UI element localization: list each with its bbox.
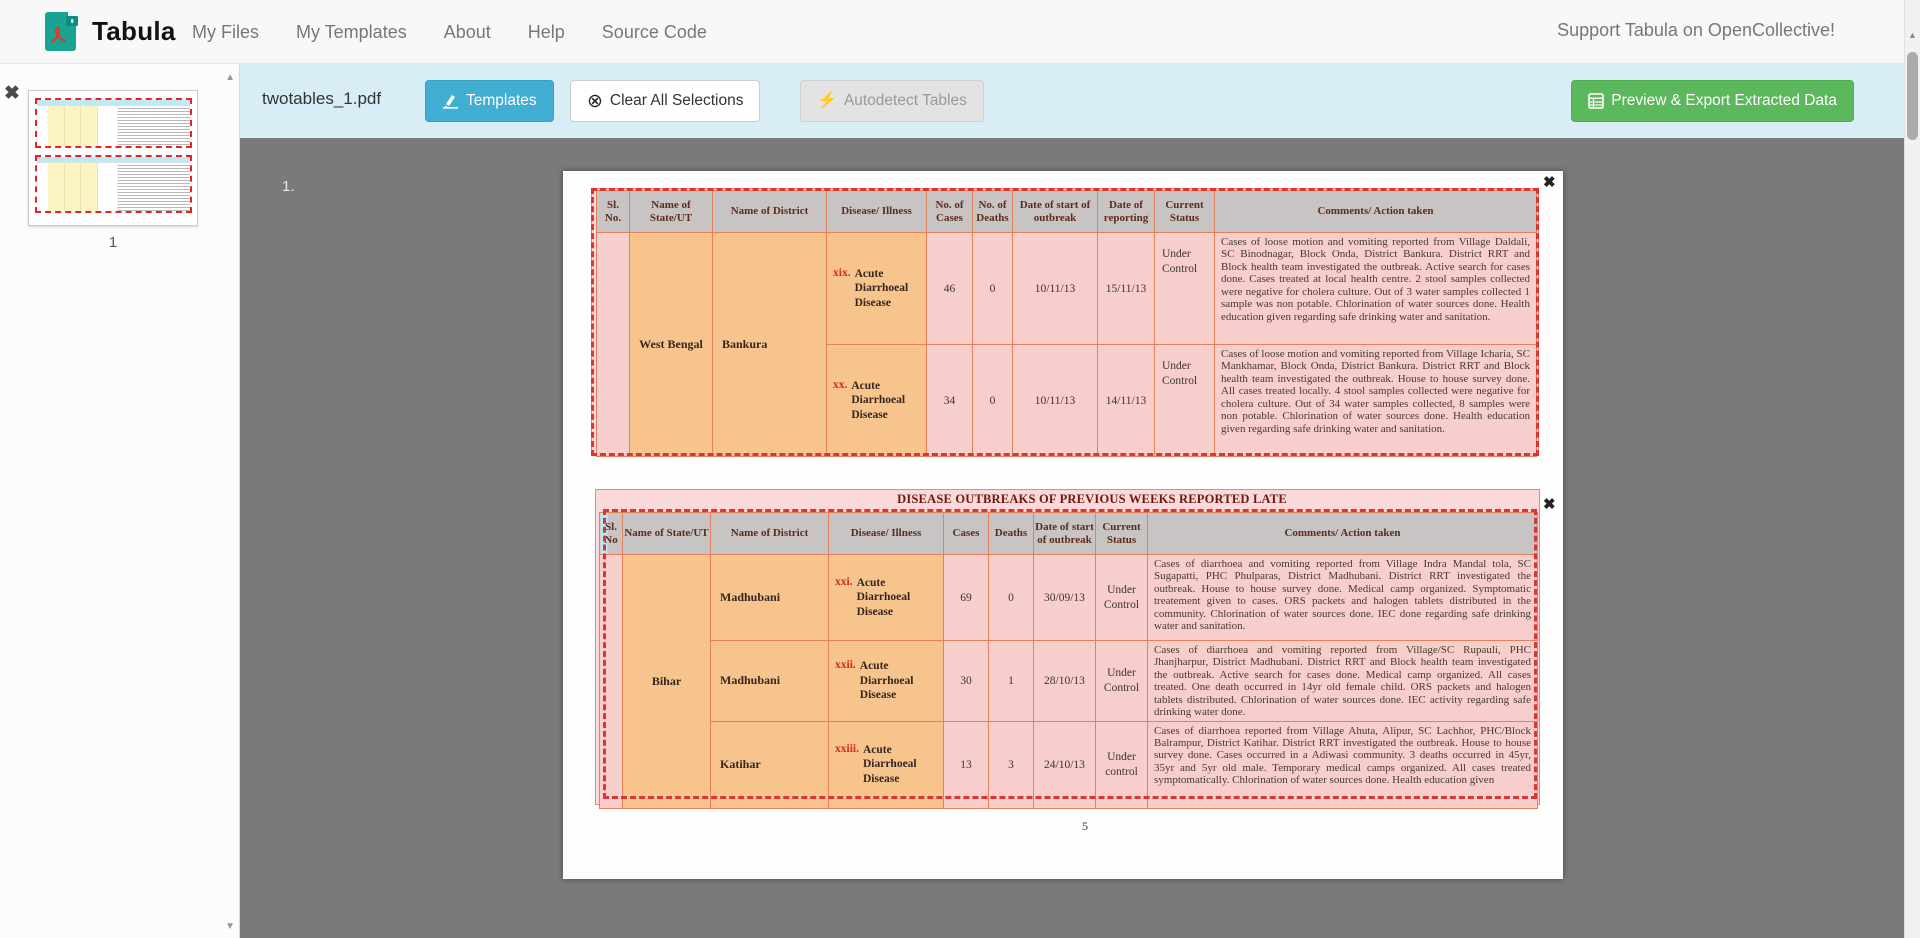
table-2-header-row: Sl. No Name of State/UT Name of District… <box>600 513 1538 555</box>
page-list-number: 1. <box>282 178 295 195</box>
remove-page-button[interactable]: ✖ <box>4 84 20 103</box>
clear-all-selections-button[interactable]: ⊗ Clear All Selections <box>570 80 760 122</box>
lightning-icon: ⚡ <box>817 93 837 109</box>
table-row: Madhubani xxii. Acute Diarrhoeal Disease… <box>600 641 1538 722</box>
tabula-logo-icon <box>42 8 82 54</box>
templates-button-label: Templates <box>466 92 537 110</box>
table-row: West Bengal Bankura xix. Acute Diarrhoea… <box>597 233 1537 345</box>
table-1-header-row: Sl. No. Name of State/UT Name of Distric… <box>597 191 1537 233</box>
scrollbar-up-icon[interactable]: ▲ <box>1905 30 1920 40</box>
table-list-icon <box>1588 93 1604 109</box>
nav-about[interactable]: About <box>444 22 491 43</box>
templates-button[interactable]: Templates <box>425 80 554 122</box>
pdf-page-number: 5 <box>563 819 1563 834</box>
nav-source-code[interactable]: Source Code <box>602 22 707 43</box>
nav-my-templates[interactable]: My Templates <box>296 22 407 43</box>
selection-2-close-button[interactable]: ✖ <box>1543 497 1556 512</box>
nav-my-files[interactable]: My Files <box>192 22 259 43</box>
autodetect-button-label: Autodetect Tables <box>844 92 967 110</box>
document-toolbar: twotables_1.pdf Templates ⊗ Clear All Se… <box>240 64 1904 138</box>
tabula-app: Tabula My Files My Templates About Help … <box>0 0 1920 938</box>
thumbnail-page-number: 1 <box>28 234 198 251</box>
sidebar-scroll-up-icon[interactable]: ▲ <box>225 72 235 83</box>
scrollbar-thumb[interactable] <box>1907 52 1918 140</box>
circle-x-icon: ⊗ <box>587 92 603 111</box>
support-opencollective-link[interactable]: Support Tabula on OpenCollective! <box>1557 20 1835 41</box>
thumbnail-selection-2 <box>35 155 192 213</box>
pdf-page[interactable]: Sl. No. Name of State/UT Name of Distric… <box>563 171 1563 879</box>
preview-export-button[interactable]: Preview & Export Extracted Data <box>1571 80 1854 122</box>
table-row: Katihar xxiii. Acute Diarrhoeal Disease … <box>600 721 1538 808</box>
export-button-label: Preview & Export Extracted Data <box>1611 92 1837 110</box>
selection-1-close-button[interactable]: ✖ <box>1543 175 1556 190</box>
clear-button-label: Clear All Selections <box>610 92 744 110</box>
disease-outbreaks-table-1: Sl. No. Name of State/UT Name of Distric… <box>596 190 1537 457</box>
page-thumbnail[interactable] <box>28 90 198 226</box>
page-thumbnails-sidebar: ▲ ✖ 1 ▼ <box>0 64 240 938</box>
table-2-title: DISEASE OUTBREAKS OF PREVIOUS WEEKS REPO… <box>599 492 1537 507</box>
table-row: Bihar Madhubani xxi. Acute Diarrhoeal Di… <box>600 555 1538 641</box>
template-icon <box>442 93 459 109</box>
nav-help[interactable]: Help <box>528 22 565 43</box>
autodetect-tables-button[interactable]: ⚡ Autodetect Tables <box>800 80 984 122</box>
top-navbar: Tabula My Files My Templates About Help … <box>0 0 1920 64</box>
main-nav: My Files My Templates About Help Source … <box>192 0 707 64</box>
thumbnail-selection-1 <box>35 98 192 148</box>
disease-outbreaks-table-2: Sl. No Name of State/UT Name of District… <box>599 512 1538 809</box>
window-scrollbar[interactable]: ▲ <box>1904 0 1920 938</box>
pdf-view-area: 1. Sl. No. Name of State/UT Name of Dist… <box>240 138 1904 938</box>
brand[interactable]: Tabula <box>42 8 176 54</box>
sidebar-scroll-down-icon[interactable]: ▼ <box>225 921 235 932</box>
brand-title: Tabula <box>92 16 176 47</box>
document-filename: twotables_1.pdf <box>262 89 381 109</box>
